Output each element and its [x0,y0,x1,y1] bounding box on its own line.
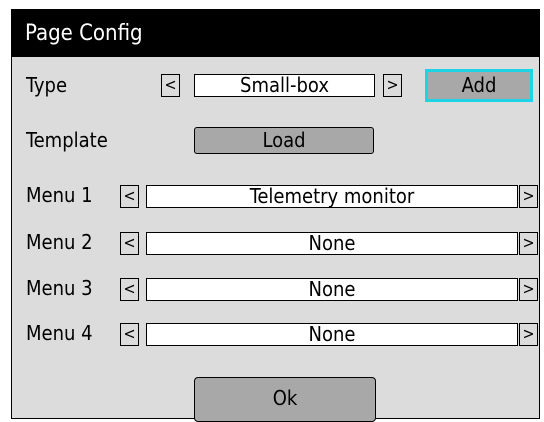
ok-button-label: Ok [272,386,298,410]
chevron-left-icon: < [123,186,136,205]
menu-2-value-field[interactable]: None [146,232,518,255]
type-prev-button[interactable]: < [161,74,180,97]
type-value-field[interactable]: Small-box [194,74,375,97]
menu-2-prev-button[interactable]: < [120,232,139,255]
menu-2-label: Menu 2 [26,230,93,254]
chevron-left-icon: < [164,75,177,94]
menu-2-value: None [308,232,356,255]
chevron-left-icon: < [123,279,136,298]
load-button-label: Load [262,128,306,152]
add-button[interactable]: Add [425,69,533,102]
chevron-right-icon: > [386,75,399,94]
menu-4-value: None [308,323,356,346]
ok-button[interactable]: Ok [194,377,376,422]
template-label: Template [26,128,108,152]
menu-3-label: Menu 3 [26,276,93,300]
menu-4-prev-button[interactable]: < [120,323,139,346]
menu-4-value-field[interactable]: None [146,323,518,346]
chevron-right-icon: > [522,233,535,252]
menu-4-next-button[interactable]: > [519,323,538,346]
chevron-right-icon: > [522,186,535,205]
type-label: Type [26,73,68,97]
chevron-right-icon: > [522,279,535,298]
menu-2-next-button[interactable]: > [519,232,538,255]
type-next-button[interactable]: > [383,74,402,97]
menu-3-prev-button[interactable]: < [120,278,139,301]
menu-3-next-button[interactable]: > [519,278,538,301]
chevron-right-icon: > [522,324,535,343]
menu-1-value: Telemetry monitor [249,185,415,208]
load-button[interactable]: Load [194,127,374,154]
chevron-left-icon: < [123,324,136,343]
add-button-label: Add [461,73,497,97]
menu-3-value: None [308,278,356,301]
menu-1-label: Menu 1 [26,183,93,207]
type-value: Small-box [240,74,329,97]
page-config-window: Page Config Type < Small-box > Add Templ… [11,9,540,422]
window-title: Page Config [25,21,143,46]
menu-3-value-field[interactable]: None [146,278,518,301]
menu-1-prev-button[interactable]: < [120,185,139,208]
menu-1-value-field[interactable]: Telemetry monitor [146,185,518,208]
chevron-left-icon: < [123,233,136,252]
menu-4-label: Menu 4 [26,321,93,345]
menu-1-next-button[interactable]: > [519,185,538,208]
title-bar: Page Config [12,10,539,57]
